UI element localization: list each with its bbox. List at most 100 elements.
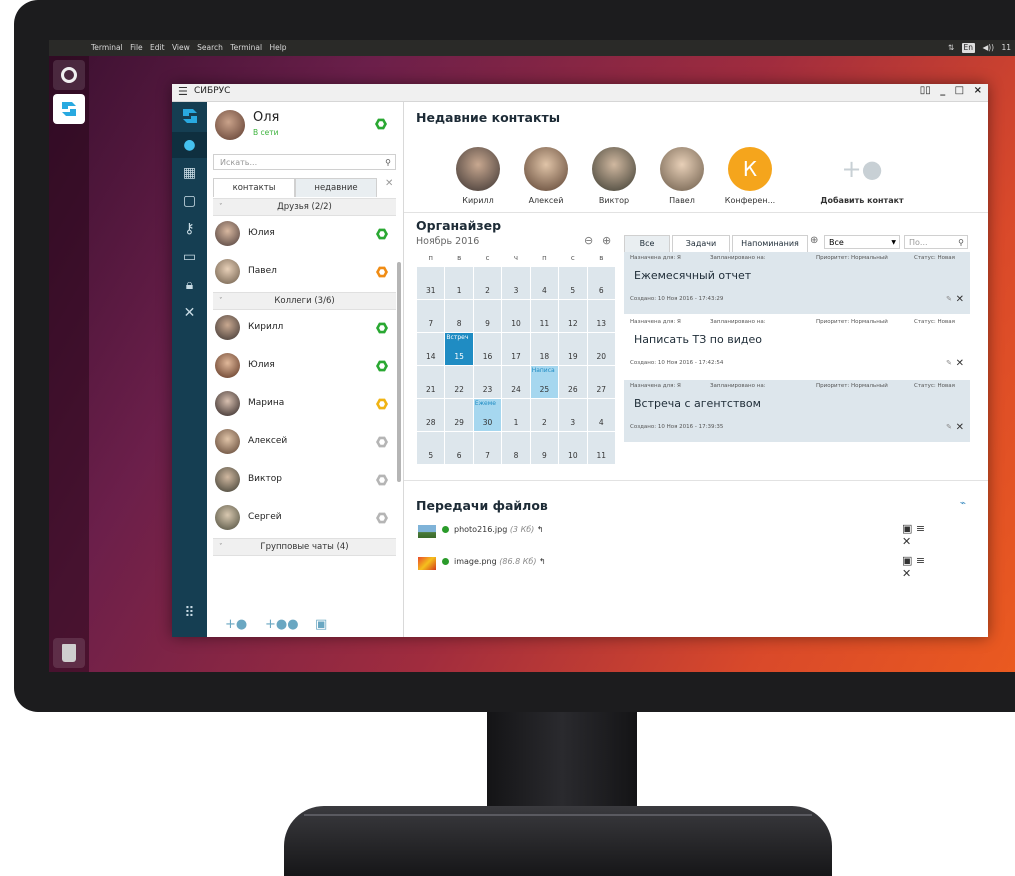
status-online-icon[interactable] (375, 118, 387, 130)
calendar-day[interactable]: 16 (472, 332, 503, 366)
contact-row[interactable]: Алексей (213, 424, 396, 460)
calendar-day[interactable]: 6 (444, 431, 474, 465)
contact-row[interactable]: Виктор (213, 462, 396, 498)
calendar-event[interactable]: Написа (532, 367, 555, 374)
tab-recent[interactable]: недавние (295, 178, 377, 197)
layout-toggle-icon[interactable]: ▯▯ (920, 85, 931, 96)
calendar-day[interactable]: 10 (558, 431, 588, 465)
recent-contact[interactable]: Павел (652, 147, 712, 205)
menu-item-edit[interactable]: Edit (150, 43, 165, 52)
add-task-icon[interactable]: ⊕ (810, 235, 818, 246)
keyboard-layout-indicator[interactable]: En (961, 43, 976, 53)
calendar-day[interactable]: 25 Написа (529, 365, 560, 399)
calendar-day[interactable]: 26 (558, 365, 588, 399)
calendar-day[interactable]: 4 (529, 266, 560, 300)
nav-keys[interactable]: ⚷ (172, 216, 207, 242)
contact-card-icon[interactable]: ▣ (315, 617, 327, 632)
calendar-day[interactable]: 5 (415, 431, 446, 465)
open-folder-icon[interactable]: ↰ (539, 557, 546, 566)
contacts-scrollbar[interactable] (397, 262, 401, 482)
menu-icon[interactable]: ☰ (178, 85, 188, 98)
calendar-day[interactable]: 3 (558, 398, 588, 432)
edit-icon[interactable]: ✎ (946, 423, 952, 431)
calendar-day[interactable]: 8 (501, 431, 531, 465)
delete-task-icon[interactable]: ✕ (956, 422, 964, 433)
nav-files[interactable]: ▭ (172, 244, 207, 270)
menu-item-terminal[interactable]: Terminal (91, 43, 123, 52)
calendar-day[interactable]: 13 (586, 299, 617, 333)
calendar-day[interactable]: 23 (472, 365, 503, 399)
clock[interactable]: 11 (1001, 43, 1011, 52)
contact-row[interactable]: Марина (213, 386, 396, 422)
menu-item-view[interactable]: View (172, 43, 190, 52)
menu-item-terminal-2[interactable]: Terminal (230, 43, 262, 52)
calendar-day[interactable]: 12 (558, 299, 588, 333)
next-month-button[interactable]: ⊕ (602, 234, 611, 247)
my-avatar[interactable] (215, 110, 245, 140)
calendar-day[interactable]: 10 (501, 299, 531, 333)
calendar-day[interactable]: 14 (415, 332, 446, 366)
prev-month-button[interactable]: ⊖ (584, 234, 593, 247)
edit-icon[interactable]: ✎ (946, 359, 952, 367)
list-icon[interactable]: ≡ (916, 554, 925, 567)
add-contact-icon[interactable]: +● (225, 617, 247, 632)
task-search-input[interactable]: По... ⚲ (904, 235, 968, 249)
calendar-day[interactable]: 3 (501, 266, 531, 300)
delete-task-icon[interactable]: ✕ (956, 358, 964, 369)
nav-tasks[interactable]: ▢ (172, 188, 207, 214)
maximize-button[interactable]: □ (955, 85, 964, 96)
delete-transfer-icon[interactable]: ✕ (902, 567, 911, 580)
clear-transfers-icon[interactable]: ⌁ (960, 498, 966, 509)
nav-tools[interactable]: ✕ (172, 300, 207, 326)
calendar-event[interactable]: Встреч (446, 334, 468, 341)
contact-search-input[interactable]: Искать... ⚲ (213, 154, 396, 170)
calendar-day[interactable]: 15 Встреч (444, 332, 474, 366)
volume-icon[interactable]: ◀)) (982, 43, 994, 52)
save-icon[interactable]: ▣ (902, 522, 912, 535)
add-contact-button[interactable]: +● Добавить контакт (812, 147, 912, 205)
contact-row[interactable]: Кирилл (213, 310, 396, 346)
recent-conference[interactable]: К Конферен... (720, 147, 780, 205)
calendar-day[interactable]: 31 (415, 266, 446, 300)
contact-row[interactable]: Сергей (213, 500, 396, 536)
calendar-day[interactable]: 2 (472, 266, 503, 300)
tab-tasks[interactable]: Задачи (672, 235, 730, 252)
calendar-day[interactable]: 1 (444, 266, 474, 300)
tab-reminders[interactable]: Напоминания (732, 235, 808, 252)
calendar-event[interactable]: Ежеме (475, 400, 496, 407)
close-button[interactable]: × (974, 85, 982, 96)
file-transfer-row[interactable]: image.png (86.8 Кб) ↰ ▣ ≡ ✕ (416, 554, 936, 580)
group-colleagues[interactable]: ˇ Коллеги (3/6) (213, 292, 396, 310)
nav-security[interactable]: 🔒︎ (172, 272, 207, 298)
calendar-day[interactable]: 8 (444, 299, 474, 333)
calendar-day[interactable]: 2 (529, 398, 560, 432)
file-transfer-row[interactable]: photo216.jpg (3 Кб) ↰ ▣ ≡ ✕ (416, 522, 936, 548)
group-group-chats[interactable]: ˇ Групповые чаты (4) (213, 538, 396, 556)
open-folder-icon[interactable]: ↰ (537, 525, 544, 534)
save-icon[interactable]: ▣ (902, 554, 912, 567)
ubuntu-dash-button[interactable] (53, 60, 85, 90)
nav-apps-grid[interactable]: ⠿ (172, 600, 207, 626)
calendar-day[interactable]: 11 (529, 299, 560, 333)
calendar-day[interactable]: 22 (444, 365, 474, 399)
calendar-day[interactable]: 7 (472, 431, 503, 465)
menu-item-search[interactable]: Search (197, 43, 223, 52)
task-item[interactable]: Назначена для: Я Запланировано на: Приор… (624, 316, 970, 378)
calendar-day[interactable]: 1 (501, 398, 531, 432)
calendar-day[interactable]: 19 (558, 332, 588, 366)
calendar-day[interactable]: 9 (472, 299, 503, 333)
calendar-day[interactable]: 6 (586, 266, 617, 300)
recent-contact[interactable]: Кирилл (448, 147, 508, 205)
calendar-day[interactable]: 4 (586, 398, 617, 432)
task-filter-select[interactable]: Все ▼ (824, 235, 900, 249)
minimize-button[interactable]: _ (940, 85, 945, 96)
calendar-day[interactable]: 7 (415, 299, 446, 333)
settings-tools-icon[interactable]: ✕ (385, 178, 393, 189)
nav-calendar[interactable]: ▦ (172, 160, 207, 186)
contact-row[interactable]: Юлия (213, 216, 396, 252)
recent-contact[interactable]: Алексей (516, 147, 576, 205)
recent-contact[interactable]: Виктор (584, 147, 644, 205)
calendar-day[interactable]: 20 (586, 332, 617, 366)
task-item[interactable]: Назначена для: Я Запланировано на: Приор… (624, 252, 970, 314)
calendar-day[interactable]: 30 Ежеме (472, 398, 503, 432)
